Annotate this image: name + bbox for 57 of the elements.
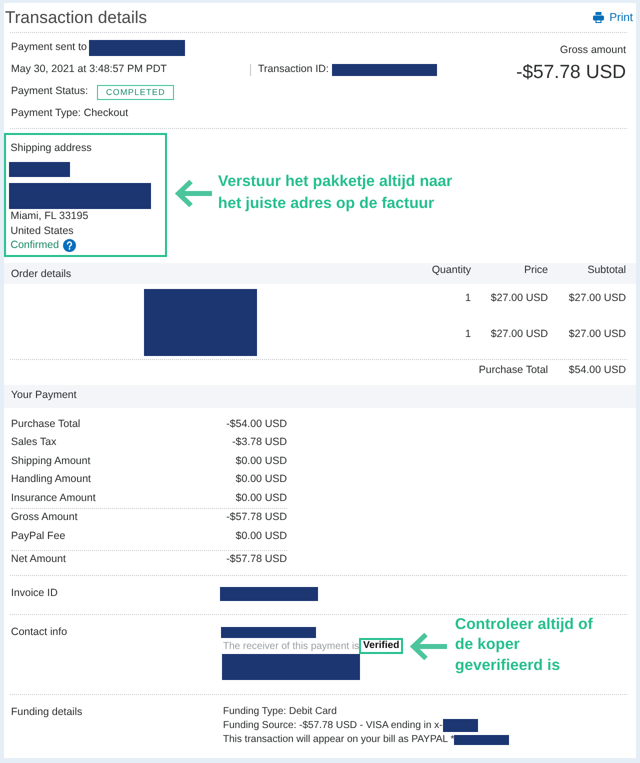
payment-amount: $0.00 USD xyxy=(236,492,287,506)
table-cell-text: 1 xyxy=(464,326,471,340)
total-amount: $54.00 USD xyxy=(568,363,626,377)
payment-label: Handling Amount xyxy=(11,473,91,488)
payment-amount: $0.00 USD xyxy=(236,530,287,544)
recipient-label: Payment sent to xyxy=(11,41,87,55)
table-cell-text: $27.00 USD xyxy=(490,326,548,340)
left-arrow-icon xyxy=(173,178,212,209)
table-cell-text: $27.00 USD xyxy=(568,290,626,304)
gross-amount-label: Gross amount xyxy=(559,43,626,58)
gross-amount: -$57.78 USD xyxy=(516,61,626,85)
payment-label: Gross Amount xyxy=(11,511,78,526)
payment-label: Purchase Total xyxy=(11,418,80,432)
verification-text: The receiver of this payment is xyxy=(223,640,360,652)
payment-type: Payment Type: Checkout xyxy=(11,107,128,121)
funding-detail: Funding Source: -$57.78 USD - VISA ending in x- xyxy=(223,719,443,732)
column-header: Price xyxy=(523,262,548,276)
payment-label: Insurance Amount xyxy=(11,492,96,506)
page-title: Transaction details xyxy=(5,6,148,28)
column-header: Order details xyxy=(10,266,72,280)
section-title: Your Payment xyxy=(11,389,77,403)
field-label: Funding details xyxy=(11,704,84,720)
status-badge: COMPLETED xyxy=(97,84,174,100)
table-cell-text: $27.00 USD xyxy=(568,326,626,340)
annotation-text: Controleer altijd of de koper geverifieerd is xyxy=(455,614,593,676)
payment-amount: -$57.78 USD xyxy=(226,511,287,526)
left-arrow-icon xyxy=(408,630,447,662)
section-title: Shipping address xyxy=(10,140,93,156)
total-label: Purchase Total xyxy=(478,363,548,377)
field-label: Invoice ID xyxy=(11,586,59,600)
help-icon xyxy=(62,238,76,252)
address-line: United States xyxy=(10,224,75,238)
field-label: Contact info xyxy=(11,624,68,640)
annotation-text: Verstuur het pakketje altijd naar het juiste adres op de factuur xyxy=(218,172,452,214)
funding-detail: This transaction will appear on your bill as PAYPAL * xyxy=(223,733,454,746)
table-cell-text: 1 xyxy=(464,290,471,304)
payment-label: Sales Tax xyxy=(11,436,56,450)
funding-detail: Funding Type: Debit Card xyxy=(223,705,337,718)
payment-label: PayPal Fee xyxy=(11,530,66,544)
payment-label: Shipping Amount xyxy=(11,454,90,469)
payment-amount: -$54.00 USD xyxy=(226,418,287,432)
printer-icon xyxy=(593,12,604,23)
verified-label: Verified xyxy=(359,638,404,654)
column-header: Quantity xyxy=(431,262,471,276)
payment-amount: $0.00 USD xyxy=(236,454,287,469)
transaction-id-label: Transaction ID: xyxy=(258,63,329,77)
payment-amount: $0.00 USD xyxy=(236,473,287,488)
status-label: Payment Status: xyxy=(11,85,88,99)
address-line: Miami, FL 33195 xyxy=(10,209,90,224)
confirmed-label: Confirmed xyxy=(10,238,59,252)
payment-amount: -$3.78 USD xyxy=(232,436,287,450)
payment-label: Net Amount xyxy=(11,553,66,568)
transaction-date: May 30, 2021 at 3:48:57 PM PDT xyxy=(11,63,168,77)
table-cell-text: $27.00 USD xyxy=(490,290,548,304)
payment-amount: -$57.78 USD xyxy=(226,553,287,568)
print-link[interactable]: Print xyxy=(593,10,633,24)
column-header: Subtotal xyxy=(586,262,626,276)
